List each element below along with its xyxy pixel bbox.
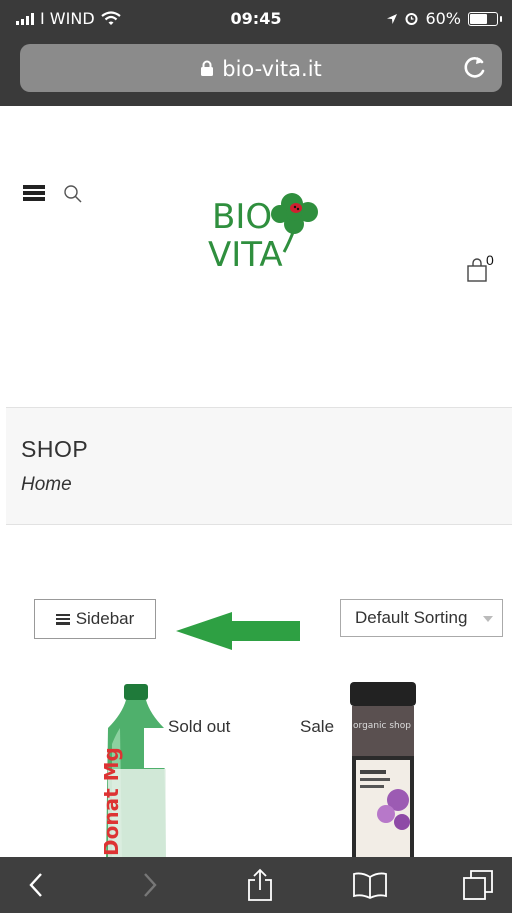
bookmarks-button[interactable] [348,857,392,913]
search-icon[interactable] [63,184,83,204]
sidebar-button[interactable]: Sidebar [34,599,156,639]
status-bar: I WIND 09:45 60% [0,0,512,36]
menu-icon[interactable] [23,185,45,201]
product-badge-sale: Sale [300,717,335,736]
status-right: 60% [386,9,502,28]
product-image-jar[interactable]: organic shop [346,682,418,858]
product-badge-sold-out: Sold out [168,717,231,736]
cart-icon[interactable] [466,258,488,282]
battery-icon [468,11,502,26]
url-text: bio-vita.it [222,57,322,81]
battery-percent: 60% [425,9,461,28]
browser-toolbar [0,857,512,913]
share-icon [248,868,272,901]
sidebar-button-label: Sidebar [75,609,135,628]
logo[interactable]: BIO VITA [200,190,325,275]
jar-brand: organic shop [353,721,411,731]
green-arrow-annotation [176,612,300,650]
sort-select-value: Default Sorting [355,608,468,627]
cart-count: 0 [486,252,494,268]
share-button[interactable] [238,857,282,913]
bottle-label: Donat Mg [104,747,123,856]
page-header-band [6,407,512,525]
battery-level [470,13,487,24]
logo-line1: BIO [212,197,272,237]
product-image-bottle[interactable]: Donat Mg [104,684,174,859]
sort-select[interactable]: Default Sorting [340,599,503,637]
forward-button[interactable] [128,857,172,913]
url-display[interactable]: bio-vita.it [20,57,502,81]
back-button[interactable] [14,857,58,913]
chevron-down-icon [483,616,493,622]
address-bar[interactable]: bio-vita.it [20,44,502,92]
page-title: SHOP [21,436,89,462]
tabs-button[interactable] [456,857,500,913]
logo-line2: VITA [208,235,283,275]
back-icon [29,873,42,897]
forward-icon [144,873,157,897]
alarm-icon [405,13,418,25]
lock-icon [201,60,214,76]
breadcrumb-home[interactable]: Home [21,474,72,496]
tabs-icon [463,870,493,900]
bookmarks-icon [353,872,387,899]
reload-icon[interactable] [462,54,488,80]
menu-icon [55,613,70,625]
location-icon [387,13,398,24]
